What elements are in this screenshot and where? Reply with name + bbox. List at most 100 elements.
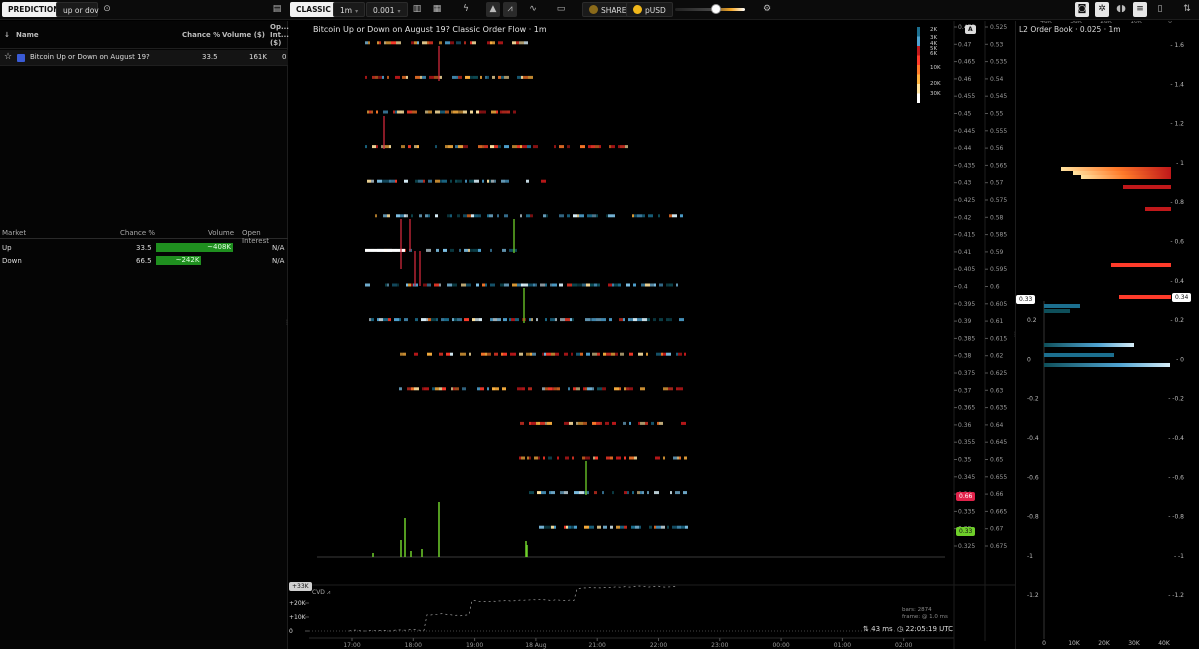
heatmap-cell (530, 214, 533, 218)
heatmap-cell (439, 387, 442, 391)
heatmap-cell (548, 456, 552, 460)
price-label-left: 0.365 (958, 405, 975, 412)
heatmap-cell (566, 525, 568, 529)
heatmap-cell (572, 283, 577, 287)
heatmap-cell (541, 491, 546, 495)
col-volume[interactable]: Volume ($) (222, 31, 265, 39)
arrows-icon[interactable]: ⇅ (1180, 2, 1194, 17)
bars-count: bars: 2874 (902, 607, 932, 613)
heatmap-cell (554, 387, 557, 391)
star-icon[interactable]: ☆ (4, 52, 12, 62)
tick-size-select[interactable]: 0.001 ▾ (366, 2, 408, 17)
heatmap-cell (489, 179, 491, 183)
interval-select[interactable]: 1m ▾ (333, 2, 366, 17)
heatmap-cell (542, 352, 544, 356)
heatmap-cell (467, 214, 471, 218)
intensity-slider-track[interactable] (675, 8, 745, 11)
heatmap-cell (470, 248, 473, 252)
classic-view-button[interactable]: CLASSIC (290, 2, 337, 17)
currency-button[interactable]: pUSD (626, 2, 673, 17)
table-row[interactable]: ☆ Bitcoin Up or Down on August 19? 33.5 … (0, 50, 288, 66)
heatmap-cell (536, 318, 538, 322)
heatmap-cell (385, 145, 389, 149)
heatmap-cell (560, 491, 564, 495)
heatmap-cell (389, 179, 391, 183)
heatmap-cell (492, 387, 495, 391)
heatmap-cell (479, 318, 482, 322)
price-label-right: 0.555 (990, 128, 1007, 135)
heatmap-cell (571, 525, 574, 529)
heatmap-cell (582, 456, 585, 460)
screen-icon[interactable]: ▭ (554, 2, 568, 17)
heatmap-cell (666, 283, 669, 287)
order-flow-chart[interactable]: 0.4750.470.4650.460.4550.450.4450.440.43… (289, 21, 1018, 649)
heatmap-cell (639, 525, 641, 529)
heatmap-cell (407, 110, 412, 114)
time-label: 19:00 (466, 642, 483, 649)
wave-icon[interactable]: ∿ (526, 2, 540, 17)
intensity-slider-thumb[interactable] (711, 4, 721, 14)
col-name[interactable]: Name (16, 31, 39, 39)
price-label-right: 0.565 (990, 162, 1007, 169)
heatmap-cell (568, 387, 570, 391)
grid-icon[interactable]: ▦ (430, 2, 444, 17)
heatmap-cell (677, 456, 679, 460)
settings-circle-icon[interactable]: ⊙ (100, 2, 114, 17)
price-label-left: 0.42 (958, 214, 972, 221)
heatmap-cell (383, 318, 388, 322)
resize-handle[interactable]: ⋮ (284, 319, 290, 327)
bug-icon[interactable]: ✲ (1095, 2, 1109, 17)
outcome-row-up[interactable]: Up 33.5 ~408K N/A (0, 242, 288, 254)
heatmap-cell (426, 248, 431, 252)
heatmap-cell (451, 387, 453, 391)
col-open-interest[interactable]: Op... Int... ($) (270, 23, 289, 47)
price-label-right: 0.54 (990, 76, 1004, 83)
order-book-svg[interactable]: - 1.6 - 1.4 - 1.2 - 1 - 0.8 - 0.6 - 0.4 - 0.2 - … (1016, 21, 1199, 649)
heatmap-cell (428, 179, 432, 183)
cvd-max-tag: +33K (289, 582, 312, 591)
heatmap-cell (452, 75, 456, 79)
col-chance[interactable]: Chance % (182, 31, 220, 39)
heatmap-cell (679, 318, 684, 322)
marker-icon[interactable]: ▲ (486, 2, 500, 17)
price-label-left: 0.375 (958, 370, 975, 377)
heatmap-cell (596, 421, 600, 425)
heatmap-cell (369, 110, 371, 114)
heatmap-cell (626, 387, 629, 391)
heatmap-cell (402, 110, 404, 114)
heatmap-cell (445, 110, 447, 114)
heatmap-svg[interactable]: 0.4750.470.4650.460.4550.450.4450.440.43… (289, 21, 1015, 649)
market-oi: 0 (282, 53, 287, 61)
layout-icon[interactable]: ▤ (270, 2, 284, 17)
bar-chart-icon[interactable]: ▥ (410, 2, 424, 17)
heatmap-cell (619, 318, 623, 322)
audio-icon[interactable]: ◖◗ (1114, 2, 1128, 17)
outcome-row-down[interactable]: Down 66.5 ~242K N/A (0, 255, 288, 267)
l2-order-book[interactable]: - 1.6 - 1.4 - 1.2 - 1 - 0.8 - 0.6 - 0.4 - 0.2 - … (1015, 21, 1199, 649)
menu-icon[interactable]: ≡ (1133, 2, 1147, 17)
heatmap-cell (502, 387, 506, 391)
heatmap-cell (545, 387, 548, 391)
panel-icon[interactable]: ▯ (1153, 2, 1167, 17)
market-search-input[interactable]: up or dov (56, 2, 99, 17)
heatmap-cell (464, 248, 468, 252)
heatmap-cell (663, 352, 666, 356)
heatmap-cell (642, 214, 645, 218)
heatmap-cell (565, 456, 569, 460)
heatmap-cell (576, 352, 580, 356)
heatmap-cell (496, 110, 498, 114)
heatmap-cell (552, 283, 557, 287)
heatmap-cell (654, 283, 656, 287)
camera-icon[interactable]: ◙ (1075, 2, 1089, 17)
gear-icon[interactable]: ⚙ (760, 2, 774, 17)
heatmap-cell (529, 318, 531, 322)
heatmap-cell (445, 41, 450, 45)
heatmap-cell (625, 145, 628, 149)
auto-scale-button[interactable]: A (965, 25, 976, 34)
heatmap-cell (425, 214, 428, 218)
ob-left-label: 0.2 (1027, 317, 1037, 324)
heatmap-cell (485, 352, 487, 356)
heatmap-cell (669, 318, 672, 322)
chart-line-icon[interactable]: ⩘ (503, 2, 517, 17)
lightning-icon[interactable]: ϟ (459, 2, 473, 17)
